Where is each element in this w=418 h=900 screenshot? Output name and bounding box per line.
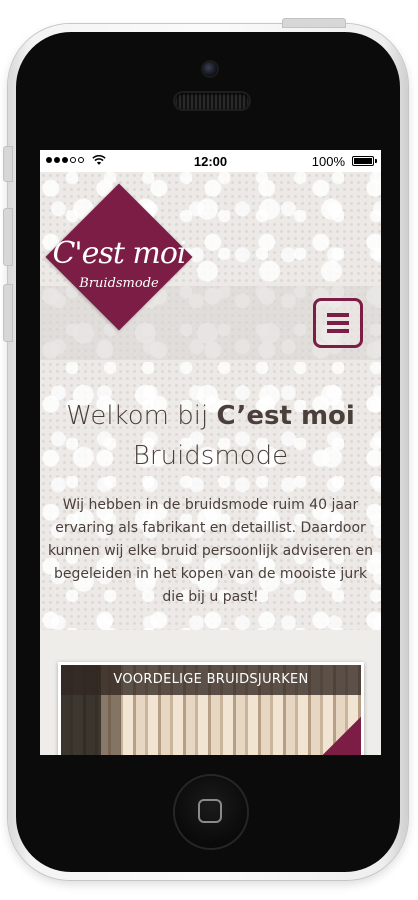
battery-percentage: 100%: [311, 154, 345, 169]
mute-switch: [3, 146, 13, 182]
menu-bar: [327, 329, 349, 333]
welcome-prefix: Welkom bij: [66, 401, 217, 431]
home-button[interactable]: [175, 776, 247, 848]
card-caption: VOORDELIGE BRUIDSJURKEN: [61, 665, 361, 695]
status-bar: 12:00 100%: [40, 150, 381, 172]
menu-bar: [327, 321, 349, 325]
home-square-icon: [198, 799, 222, 823]
logo-subtitle: Bruidsmode: [79, 276, 159, 291]
intro-text: Wij hebben in de bruidsmode ruim 40 jaar…: [47, 497, 374, 605]
battery-icon: [352, 156, 377, 166]
phone-screen: 12:00 100% C'est moi Bruidsmode Welkom b…: [40, 150, 381, 755]
card-corner-accent: [318, 716, 361, 755]
brand-logo[interactable]: C'est moi Bruidsmode: [45, 183, 193, 331]
welcome-brand: C’est moi: [216, 401, 355, 431]
volume-down-button: [3, 284, 13, 342]
promo-card[interactable]: VOORDELIGE BRUIDSJURKEN: [58, 662, 364, 755]
welcome-heading: Welkom bij C’est moi Bruidsmode: [40, 396, 381, 476]
volume-up-button: [3, 208, 13, 266]
power-button: [282, 18, 346, 28]
logo-name: C'est moi: [52, 236, 186, 271]
hamburger-menu-button[interactable]: [313, 298, 363, 348]
menu-bar: [327, 313, 349, 317]
earpiece-speaker: [175, 93, 249, 109]
welcome-suffix: Bruidsmode: [132, 441, 289, 471]
front-camera-icon: [203, 62, 217, 76]
